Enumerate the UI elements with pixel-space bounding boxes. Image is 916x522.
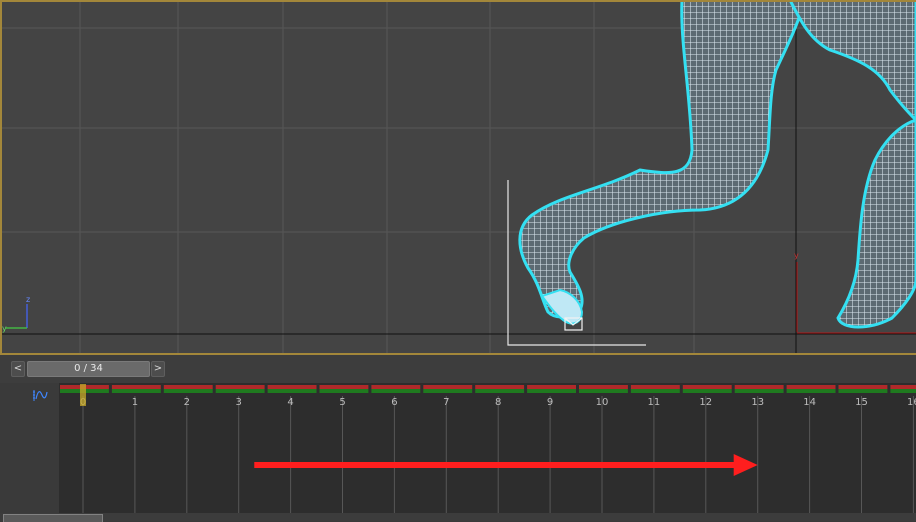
- range-bar-red: [319, 385, 369, 389]
- trackbar-gutter: [10, 383, 58, 513]
- range-bar-red: [786, 385, 836, 389]
- range-bar-red: [734, 385, 784, 389]
- hip-mesh: [789, 2, 916, 123]
- range-bar-red: [890, 385, 916, 389]
- range-bar-green: [371, 389, 421, 393]
- range-bar-green: [734, 389, 784, 393]
- range-bar-red: [527, 385, 576, 389]
- frame-label: 14: [803, 397, 816, 408]
- next-frame-button[interactable]: >: [151, 361, 165, 377]
- frame-label: 13: [751, 397, 764, 408]
- range-bar-green: [319, 389, 369, 393]
- prev-frame-button[interactable]: <: [11, 361, 25, 377]
- range-bar-red: [215, 385, 265, 389]
- viewport[interactable]: y z y: [0, 0, 916, 354]
- current-frame-marker[interactable]: [80, 384, 86, 406]
- range-bar-green: [267, 389, 317, 393]
- frame-label: 5: [339, 397, 345, 408]
- frame-label: 15: [855, 397, 868, 408]
- range-bar-red: [163, 385, 213, 389]
- frame-label: 4: [287, 397, 293, 408]
- frame-label: 2: [184, 397, 190, 408]
- gizmo-y-label: y: [794, 251, 799, 260]
- range-bar-red: [630, 385, 680, 389]
- frame-label: 7: [443, 397, 449, 408]
- frame-label: 9: [547, 397, 553, 408]
- range-bar-green: [163, 389, 213, 393]
- frame-label: 1: [132, 397, 138, 408]
- range-bar-red: [838, 385, 888, 389]
- frame-label: 11: [648, 397, 661, 408]
- range-bar-red: [423, 385, 473, 389]
- annotation-arrow-head: [733, 454, 758, 476]
- frame-label: 3: [236, 397, 242, 408]
- range-bar-red: [371, 385, 421, 389]
- tripod-z-label: z: [26, 295, 30, 304]
- range-bar-red: [682, 385, 732, 389]
- range-bar-green: [682, 389, 732, 393]
- viewport-canvas[interactable]: y z y: [0, 0, 916, 354]
- range-bar-green: [527, 389, 576, 393]
- range-bar-green: [423, 389, 473, 393]
- range-bar-green: [579, 389, 628, 393]
- range-bar-green: [111, 389, 161, 393]
- time-slider[interactable]: 0 / 34: [27, 361, 150, 377]
- frame-label: 12: [699, 397, 712, 408]
- range-bar-red: [111, 385, 161, 389]
- frame-label: 6: [391, 397, 397, 408]
- tripod-y-label: y: [2, 324, 7, 333]
- range-bar-red: [475, 385, 525, 389]
- trackbar-area[interactable]: 012345678910111213141516: [59, 383, 916, 513]
- range-bar-green: [786, 389, 836, 393]
- frame-label: 8: [495, 397, 501, 408]
- curve-editor-icon[interactable]: [32, 388, 48, 402]
- back-leg-mesh: [836, 118, 916, 329]
- range-bar-green: [838, 389, 888, 393]
- range-bar-red: [579, 385, 628, 389]
- range-bar-green: [475, 389, 525, 393]
- status-strip: [0, 513, 916, 522]
- range-bar-green: [630, 389, 680, 393]
- range-bar-green: [890, 389, 916, 393]
- frame-label: 16: [907, 397, 916, 408]
- trackbar-canvas[interactable]: 012345678910111213141516: [59, 383, 916, 513]
- trackbar: 012345678910111213141516: [0, 383, 916, 521]
- time-slider-bar: < 0 / 34 >: [0, 355, 916, 383]
- character-mesh[interactable]: [518, 0, 916, 329]
- frame-label: 10: [596, 397, 609, 408]
- front-leg-mesh: [518, 2, 806, 319]
- range-bar-green: [215, 389, 265, 393]
- range-bar-red: [267, 385, 317, 389]
